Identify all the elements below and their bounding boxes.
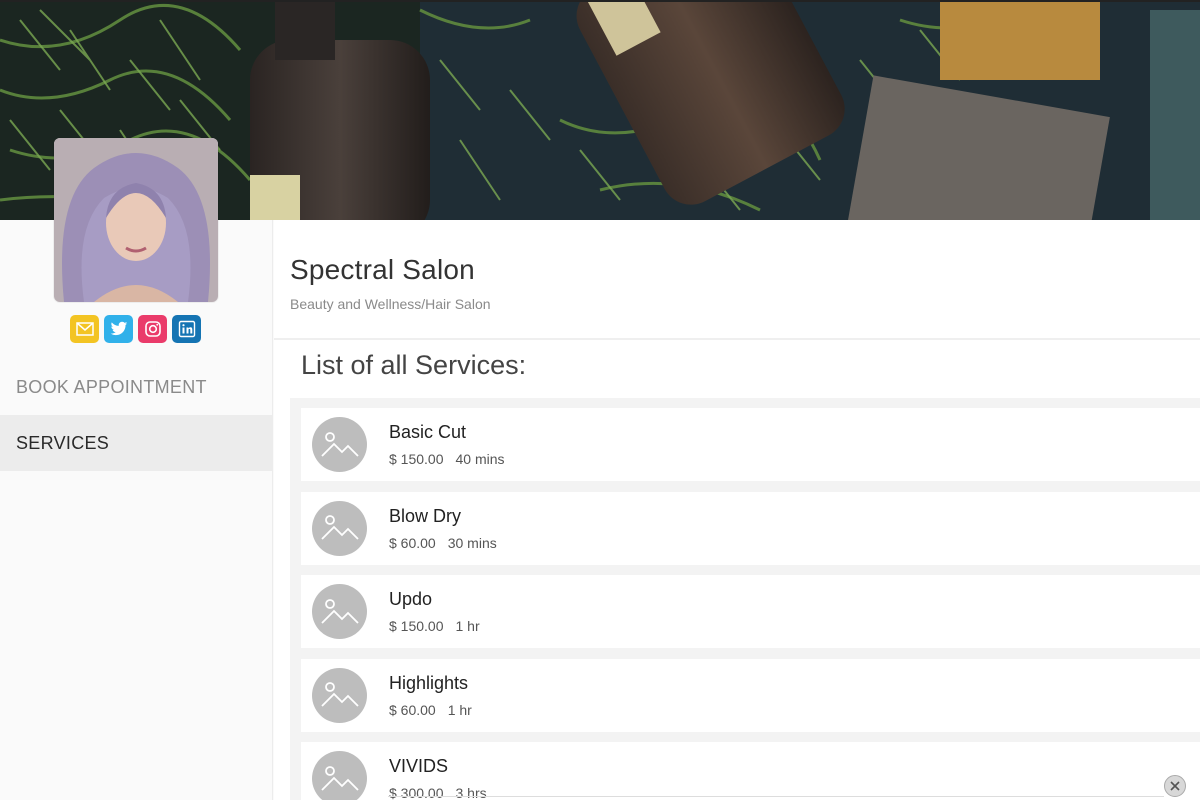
sidebar <box>0 220 273 800</box>
services-list: Basic Cut $ 150.00 40 mins Blow Dry $ 60.… <box>290 398 1200 800</box>
social-links <box>70 315 201 343</box>
service-duration: 1 hr <box>455 618 480 634</box>
profile-photo <box>54 138 218 302</box>
service-name: Highlights <box>389 672 469 693</box>
service-duration: 40 mins <box>455 451 505 467</box>
service-price: $ 300.00 <box>389 785 444 800</box>
sidebar-nav: BOOK APPOINTMENT SERVICES <box>0 359 273 471</box>
twitter-button[interactable] <box>104 315 133 343</box>
service-meta: $ 150.00 40 mins <box>389 451 505 467</box>
instagram-button[interactable] <box>138 315 167 343</box>
service-price: $ 150.00 <box>389 451 444 467</box>
image-placeholder-icon <box>312 500 367 556</box>
service-meta: $ 60.00 30 mins <box>389 535 497 551</box>
business-category: Beauty and Wellness/Hair Salon <box>290 296 491 312</box>
business-header: Spectral Salon Beauty and Wellness/Hair … <box>274 220 1200 340</box>
email-button[interactable] <box>70 315 99 343</box>
service-card-blow-dry[interactable]: Blow Dry $ 60.00 30 mins <box>301 491 1200 565</box>
service-meta: $ 300.00 3 hrs <box>389 785 487 800</box>
service-price: $ 60.00 <box>389 701 436 718</box>
top-border <box>0 0 1200 2</box>
booking-page: BOOK APPOINTMENT SERVICES Spectral Salon… <box>0 0 1200 800</box>
service-card-updo[interactable]: Updo $ 150.00 1 hr <box>301 575 1200 648</box>
service-price: $ 60.00 <box>389 534 436 551</box>
service-name: Updo <box>389 589 433 609</box>
close-icon <box>1170 781 1180 791</box>
service-meta: $ 150.00 1 hr <box>389 618 480 634</box>
service-name: Basic Cut <box>389 422 467 442</box>
service-duration: 30 mins <box>447 534 497 551</box>
close-button[interactable] <box>1164 775 1186 797</box>
service-card-highlights[interactable]: Highlights $ 60.00 1 hr <box>301 658 1200 732</box>
service-duration: 3 hrs <box>455 785 487 800</box>
services-heading: List of all Services: <box>301 350 527 380</box>
image-placeholder-icon <box>312 417 367 472</box>
service-name: VIVIDS <box>389 756 449 776</box>
service-card-vivids[interactable]: VIVIDS $ 300.00 3 hrs <box>301 742 1200 800</box>
twitter-icon <box>110 321 127 336</box>
envelope-icon <box>75 322 94 336</box>
main-content: Spectral Salon Beauty and Wellness/Hair … <box>274 220 1200 800</box>
instagram-icon <box>144 321 161 337</box>
linkedin-button[interactable] <box>172 315 201 343</box>
nav-services[interactable]: SERVICES <box>0 415 273 471</box>
service-price: $ 150.00 <box>389 618 444 634</box>
image-placeholder-icon <box>312 584 367 639</box>
image-placeholder-icon <box>312 751 367 800</box>
linkedin-icon <box>178 320 195 338</box>
service-name: Blow Dry <box>389 505 462 526</box>
service-card-basic-cut[interactable]: Basic Cut $ 150.00 40 mins <box>301 408 1200 481</box>
nav-book-appointment[interactable]: BOOK APPOINTMENT <box>0 359 273 415</box>
image-placeholder-icon <box>312 667 367 723</box>
service-duration: 1 hr <box>447 701 472 718</box>
business-name: Spectral Salon <box>290 254 475 285</box>
service-meta: $ 60.00 1 hr <box>389 702 472 718</box>
footer-divider <box>388 796 1164 797</box>
